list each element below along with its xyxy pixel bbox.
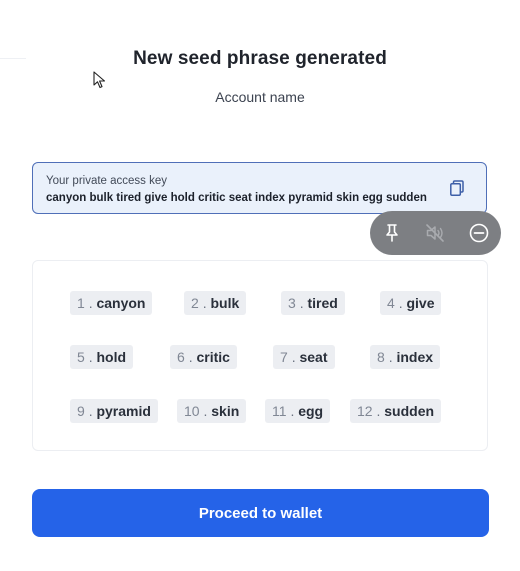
private-key-phrase: canyon bulk tired give hold critic seat … [46,192,427,204]
seed-word-chip: 5 . hold [70,345,134,369]
minus-circle-icon[interactable] [468,222,490,244]
seed-word-chip: 7 . seat [273,345,335,369]
private-key-box: Your private access key canyon bulk tire… [32,162,487,214]
seed-word-chip: 6 . critic [170,345,237,369]
seed-word-chip: 2 . bulk [184,291,247,315]
seed-word-chip: 11 . egg [265,399,331,423]
pin-icon[interactable] [381,222,403,244]
seed-word-chip: 4 . give [380,291,442,315]
seed-word-chip: 9 . pyramid [70,399,158,423]
page-title: New seed phrase generated [133,48,387,69]
copy-icon[interactable] [450,180,464,196]
private-key-label: Your private access key [46,175,168,187]
media-controls-overlay [370,211,501,255]
seed-word-chip: 10 . skin [177,399,247,423]
seed-word-grid: 1 . canyon 2 . bulk 3 . tired 4 . give 5… [32,260,488,451]
seed-word-chip: 12 . sudden [350,399,442,423]
mute-icon[interactable] [424,222,446,244]
seed-word-chip: 1 . canyon [70,291,153,315]
seed-word-chip: 3 . tired [281,291,345,315]
seed-word-chip: 8 . index [370,345,441,369]
mouse-cursor-icon [93,71,106,89]
account-name[interactable]: Account name [0,89,520,105]
proceed-to-wallet-button[interactable]: Proceed to wallet [32,489,489,537]
